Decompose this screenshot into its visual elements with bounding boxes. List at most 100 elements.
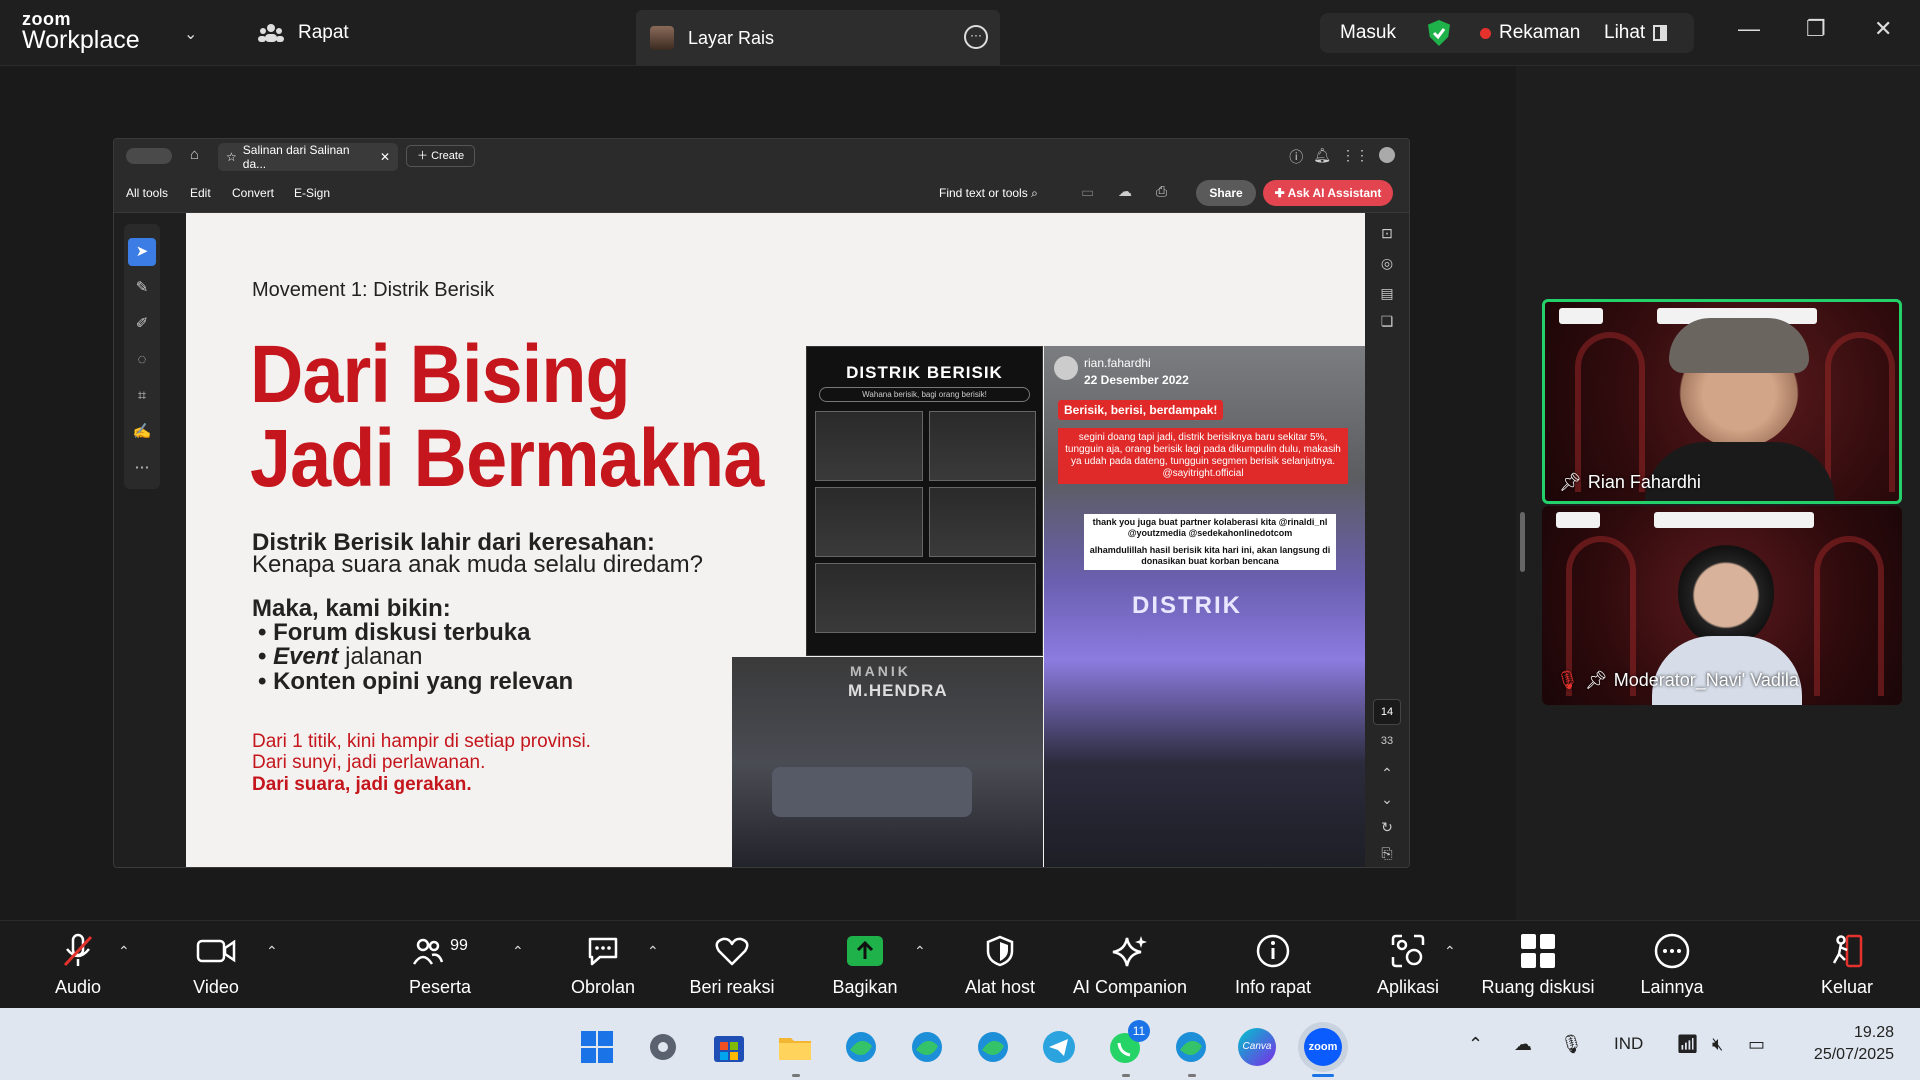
edge-profile-icon[interactable] bbox=[1172, 1028, 1210, 1066]
meeting-info-button[interactable]: Info rapat bbox=[1228, 933, 1318, 998]
video-tile[interactable]: 🎙︎ 📌︎ Moderator_Navi' Vadila bbox=[1542, 506, 1902, 705]
print-icon[interactable]: ⎙ bbox=[1156, 183, 1167, 200]
highlight-tool-icon[interactable]: ✐ bbox=[128, 310, 156, 338]
movement-label: Movement 1: Distrik Berisik bbox=[252, 279, 495, 301]
create-button[interactable]: ＋ Create bbox=[406, 145, 476, 167]
menu-esign[interactable]: E-Sign bbox=[294, 186, 330, 200]
chevron-down-icon[interactable]: ⌄ bbox=[1375, 791, 1399, 813]
view-button[interactable]: Lihat bbox=[1604, 22, 1668, 44]
system-clock[interactable]: 19.28 25/07/2025 bbox=[1814, 1022, 1894, 1066]
show-hidden-icons-chevron[interactable]: ⌃ bbox=[1468, 1034, 1483, 1055]
audio-button[interactable]: Audio bbox=[48, 933, 108, 998]
page-fit-icon[interactable]: ⎘ bbox=[1375, 845, 1399, 867]
ask-ai-assistant-button[interactable]: ✚ Ask AI Assistant bbox=[1263, 180, 1393, 206]
chat-button[interactable]: Obrolan bbox=[565, 933, 641, 998]
participants-options-caret[interactable]: ⌃ bbox=[512, 943, 524, 960]
settings-gear-icon[interactable] bbox=[644, 1028, 682, 1066]
wifi-icon[interactable]: 📶︎ bbox=[1676, 1034, 1699, 1055]
security-shield-icon[interactable] bbox=[1428, 20, 1450, 46]
page-number-input[interactable]: 14 bbox=[1373, 699, 1401, 725]
signin-button[interactable]: Masuk bbox=[1340, 22, 1396, 44]
muted-mic-icon bbox=[48, 933, 108, 969]
input-language[interactable]: IND bbox=[1614, 1034, 1643, 1054]
shared-screen-tab[interactable]: Layar Rais ··· bbox=[636, 10, 1000, 66]
microsoft-store-icon[interactable] bbox=[710, 1028, 748, 1066]
poster-cell bbox=[815, 563, 1036, 633]
bell-icon[interactable]: 🔔︎ bbox=[1313, 147, 1331, 167]
chat-options-caret[interactable]: ⌃ bbox=[647, 943, 659, 960]
home-icon[interactable]: ⌂ bbox=[190, 146, 199, 163]
sign-tool-icon[interactable]: ✍ bbox=[128, 418, 156, 446]
video-button[interactable]: Video bbox=[186, 933, 246, 998]
refresh-icon[interactable]: ↻ bbox=[1375, 819, 1399, 841]
more-button[interactable]: Lainnya bbox=[1634, 933, 1710, 998]
recording-indicator[interactable]: Rekaman bbox=[1480, 22, 1580, 44]
share-options-caret[interactable]: ⌃ bbox=[914, 943, 926, 960]
post-thanks: thank you juga buat partner kolaberasi k… bbox=[1084, 514, 1336, 542]
panel-resize-handle[interactable] bbox=[1520, 512, 1525, 572]
menu-pill-button[interactable] bbox=[126, 148, 172, 164]
share-screen-button[interactable]: Bagikan bbox=[830, 933, 900, 998]
select-tool-icon[interactable]: ➤ bbox=[128, 238, 156, 266]
pdf-page: Movement 1: Distrik Berisik Dari Bising … bbox=[186, 213, 1367, 867]
checkmark-icon bbox=[1432, 28, 1446, 40]
close-tab-icon[interactable]: ✕ bbox=[380, 150, 390, 164]
chevron-up-icon[interactable]: ⌃ bbox=[1375, 765, 1399, 787]
apps-button[interactable]: Aplikasi bbox=[1370, 933, 1446, 998]
help-icon[interactable]: ⓘ bbox=[1289, 147, 1303, 167]
upload-cloud-icon[interactable]: ☁ bbox=[1118, 183, 1132, 200]
canva-icon[interactable]: Canva bbox=[1238, 1028, 1276, 1066]
attach-icon[interactable]: ◎ bbox=[1375, 255, 1399, 277]
zoom-app-icon[interactable]: zoom bbox=[1304, 1028, 1342, 1066]
star-icon[interactable]: ☆ bbox=[226, 150, 237, 164]
meeting-tab[interactable]: Rapat bbox=[258, 22, 349, 44]
restore-icon[interactable]: ❐ bbox=[1806, 16, 1826, 42]
participants-button[interactable]: 99 Peserta bbox=[400, 933, 480, 998]
host-tools-button[interactable]: Alat host bbox=[958, 933, 1042, 998]
volume-muted-icon[interactable]: 🔇︎ bbox=[1712, 1034, 1723, 1055]
pages-icon[interactable]: ❏ bbox=[1375, 313, 1399, 335]
whatsapp-icon[interactable]: 11 bbox=[1106, 1020, 1150, 1066]
edge-profile-icon[interactable] bbox=[908, 1028, 946, 1066]
more-options-icon[interactable]: ··· bbox=[964, 25, 988, 49]
title-bar: zoom Workplace ⌄ Rapat Layar Rais ··· Ma… bbox=[0, 0, 1920, 66]
ai-companion-button[interactable]: AI Companion bbox=[1070, 933, 1190, 998]
file-explorer-icon[interactable] bbox=[776, 1028, 814, 1066]
apps-grid-icon[interactable]: ⋮⋮ bbox=[1341, 147, 1369, 167]
minimize-icon[interactable]: — bbox=[1738, 16, 1760, 42]
breakout-rooms-button[interactable]: Ruang diskusi bbox=[1478, 933, 1598, 998]
edge-profile-icon[interactable] bbox=[974, 1028, 1012, 1066]
info-icon bbox=[1228, 933, 1318, 969]
windows-start-icon[interactable] bbox=[578, 1028, 616, 1066]
find-tools-button[interactable]: Find text or tools ⌕ bbox=[939, 186, 1038, 201]
comment-panel-icon[interactable]: ⊡ bbox=[1375, 225, 1399, 247]
text-select-tool-icon[interactable]: ⌗ bbox=[128, 382, 156, 410]
chevron-down-icon[interactable]: ⌄ bbox=[184, 24, 197, 44]
people-icon bbox=[258, 24, 284, 42]
video-options-caret[interactable]: ⌃ bbox=[266, 943, 278, 960]
cloud-sync-icon[interactable]: ☁ bbox=[1514, 1034, 1532, 1055]
apps-options-caret[interactable]: ⌃ bbox=[1444, 943, 1456, 960]
mic-location-icon[interactable]: 🎙︎ bbox=[1560, 1034, 1583, 1055]
comment-tool-icon[interactable]: ✎ bbox=[128, 274, 156, 302]
audio-options-caret[interactable]: ⌃ bbox=[118, 943, 130, 960]
lasso-tool-icon[interactable]: ◌ bbox=[128, 346, 156, 374]
menu-all-tools[interactable]: All tools bbox=[126, 186, 168, 200]
bookmark-icon[interactable]: ▤ bbox=[1375, 285, 1399, 307]
share-button[interactable]: Share bbox=[1196, 180, 1256, 206]
more-tools-icon[interactable]: ⋯ bbox=[128, 454, 156, 482]
video-tile-active[interactable]: 📌︎ Rian Fahardhi bbox=[1542, 299, 1902, 504]
menu-edit[interactable]: Edit bbox=[190, 186, 211, 200]
edge-icon[interactable] bbox=[842, 1028, 880, 1066]
close-icon[interactable]: ✕ bbox=[1874, 16, 1892, 42]
bullet-2-text: jalanan bbox=[338, 643, 423, 670]
reactions-button[interactable]: Beri reaksi bbox=[688, 933, 776, 998]
save-icon[interactable]: ▭ bbox=[1081, 184, 1094, 201]
reactions-label: Beri reaksi bbox=[689, 977, 775, 997]
menu-convert[interactable]: Convert bbox=[232, 186, 274, 200]
document-tab[interactable]: ☆ Salinan dari Salinan da... ✕ bbox=[218, 143, 398, 171]
battery-icon[interactable]: ▭ bbox=[1748, 1034, 1765, 1055]
telegram-icon[interactable] bbox=[1040, 1028, 1078, 1066]
leave-button[interactable]: Keluar bbox=[1814, 933, 1880, 998]
profile-icon[interactable] bbox=[1379, 147, 1395, 163]
